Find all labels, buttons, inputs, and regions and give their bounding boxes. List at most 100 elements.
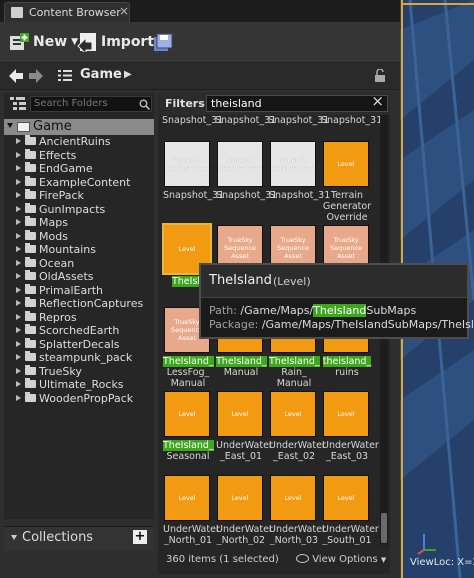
expand-arrow-icon[interactable] [16, 340, 21, 347]
tab-title: Content Browser [29, 6, 121, 19]
expand-arrow-icon[interactable] [16, 367, 21, 374]
asset-tile[interactable]: Level UnderWater _North_03 [269, 475, 326, 545]
sources-panel: Search Folders Game AncientRuins Effects E… [4, 93, 154, 519]
expand-arrow-icon[interactable] [16, 300, 21, 306]
asset-thumbnail: Level [270, 475, 316, 521]
asset-tile[interactable]: Level UnderWater _South_01 [322, 475, 379, 545]
expand-arrow-icon[interactable] [16, 313, 21, 320]
folder-item[interactable]: Ultimate_Rocks [4, 378, 154, 392]
tooltip-title: TheIsland [209, 273, 272, 288]
expand-arrow-icon[interactable] [16, 381, 21, 387]
folder-label: GunImpacts [39, 202, 106, 216]
folder-icon [25, 256, 36, 267]
asset-tile[interactable]: Dynamic Capture Data Snapshot_31 [163, 141, 224, 201]
expand-arrow-icon[interactable] [16, 178, 21, 185]
content-browser-icon [11, 7, 23, 18]
expand-arrow-icon[interactable] [16, 165, 21, 171]
folder-item[interactable]: WoodenPropPack [4, 391, 154, 406]
folder-item[interactable]: Mods [4, 229, 154, 244]
expand-arrow-icon[interactable] [16, 394, 21, 401]
folder-item[interactable]: ExampleContent [4, 175, 154, 190]
folder-item[interactable]: GunImpacts [4, 202, 154, 217]
folder-icon [25, 378, 36, 388]
breadcrumb-game[interactable]: Game [80, 67, 122, 82]
folder-item[interactable]: AncientRuins [4, 135, 154, 149]
folder-search-input[interactable]: Search Folders [30, 96, 152, 112]
asset-tile[interactable]: Level UnderWater _East_01 [216, 391, 273, 462]
back-arrow-icon[interactable] [8, 68, 24, 84]
folder-item[interactable]: FirePack [4, 189, 154, 203]
folder-label: SplatterDecals [39, 337, 120, 351]
asset-label: Snapshot_31 [216, 190, 278, 201]
asset-tile[interactable]: Level UnderWater _North_02 [216, 475, 273, 545]
folder-item[interactable]: Effects [4, 148, 154, 163]
asset-label: Terrain Generator Override [322, 190, 372, 223]
folder-item[interactable]: TrueSky [4, 364, 154, 379]
folder-item[interactable]: Ocean [4, 256, 154, 271]
collections-expand-arrow-icon[interactable] [11, 535, 17, 540]
folder-item[interactable]: PrimalEarth [4, 283, 154, 298]
clear-search-button[interactable]: × [371, 94, 384, 109]
folder-item[interactable]: ScorchedEarth [4, 324, 154, 338]
forward-arrow-icon[interactable] [28, 68, 44, 84]
breadcrumb-chevron-icon[interactable]: ▶ [124, 69, 132, 80]
expand-arrow-icon[interactable] [16, 273, 21, 279]
folder-item[interactable]: Maps [4, 216, 154, 230]
save-all-button[interactable] [152, 30, 174, 54]
asset-tile[interactable]: Level Terrain Generator Override [323, 141, 371, 223]
asset-tile[interactable]: Dynamic Capture Data Snapshot_31 [216, 141, 278, 201]
folder-label: Mods [39, 229, 68, 243]
asset-tile[interactable]: Level UnderWater _East_03 [322, 391, 379, 462]
asset-label[interactable]: Snapshot_31 [162, 115, 223, 126]
expand-arrow-icon[interactable] [16, 327, 21, 333]
expand-arrow-icon[interactable] [16, 259, 21, 266]
expand-arrow-icon[interactable] [16, 151, 21, 158]
path-list-icon[interactable] [58, 69, 72, 82]
folder-icon [25, 283, 36, 294]
folder-item[interactable]: ReflectionCaptures [4, 297, 154, 311]
asset-label: TheIsland_ Rain_ Manual [269, 356, 320, 389]
asset-label[interactable]: Snapshot_31 [268, 115, 329, 126]
folder-label: Ultimate_Rocks [39, 378, 124, 391]
expand-arrow-icon[interactable] [16, 192, 21, 198]
folder-item[interactable]: EndGame [4, 162, 154, 176]
add-collection-button[interactable]: + [133, 530, 147, 544]
folder-item[interactable]: Repros [4, 310, 154, 325]
folder-item[interactable]: steampunk_pack [4, 351, 154, 365]
lock-icon[interactable] [374, 69, 386, 83]
expand-arrow-icon[interactable] [16, 286, 21, 293]
folder-item[interactable]: SplatterDecals [4, 337, 154, 352]
expand-arrow-icon[interactable] [16, 246, 21, 252]
new-button[interactable]: New ▼ [8, 30, 78, 54]
asset-thumbnail: Level [323, 475, 369, 521]
expand-arrow-icon[interactable] [16, 138, 21, 144]
folder-label: Effects [39, 148, 77, 162]
tab-close-button[interactable]: × [119, 4, 129, 18]
folder-item[interactable]: OldAssets [4, 270, 154, 284]
folder-root-game[interactable]: Game [4, 119, 154, 135]
folder-tree: Game AncientRuins Effects EndGame ExampleCo… [4, 119, 154, 405]
expand-arrow-icon[interactable] [16, 232, 21, 239]
asset-tile[interactable]: Level TheIsland_ Seasonal [163, 391, 214, 462]
scrollbar-thumb[interactable] [381, 513, 387, 543]
expanded-arrow-icon[interactable] [7, 123, 13, 128]
asset-label: UnderWater _South_01 [322, 524, 379, 545]
folder-icon [25, 243, 36, 253]
window-titlebar: Content Browser × [0, 0, 400, 22]
asset-tile[interactable]: Level UnderWater _East_02 [269, 391, 326, 462]
expand-arrow-icon[interactable] [16, 205, 21, 212]
asset-tile[interactable]: Dynamic Capture Data Snapshot_31 [269, 141, 330, 201]
folder-icon [25, 364, 36, 375]
folder-tree-icon[interactable] [10, 97, 26, 111]
folder-item[interactable]: Mountains [4, 243, 154, 257]
expand-arrow-icon[interactable] [16, 219, 21, 225]
import-button[interactable]: Import [76, 30, 154, 54]
view-options-button[interactable]: View Options ▼ [296, 554, 386, 565]
content-browser-tab[interactable]: Content Browser × [4, 2, 130, 22]
asset-tile[interactable]: Level UnderWater _North_01 [163, 475, 220, 545]
asset-label[interactable]: Snapshot_31 [321, 115, 380, 126]
asset-search-input[interactable]: theisland × [206, 94, 388, 112]
asset-label[interactable]: Snapshot_31 [215, 115, 276, 126]
tooltip-path-label: Path: [209, 304, 237, 317]
expand-arrow-icon[interactable] [16, 354, 21, 360]
